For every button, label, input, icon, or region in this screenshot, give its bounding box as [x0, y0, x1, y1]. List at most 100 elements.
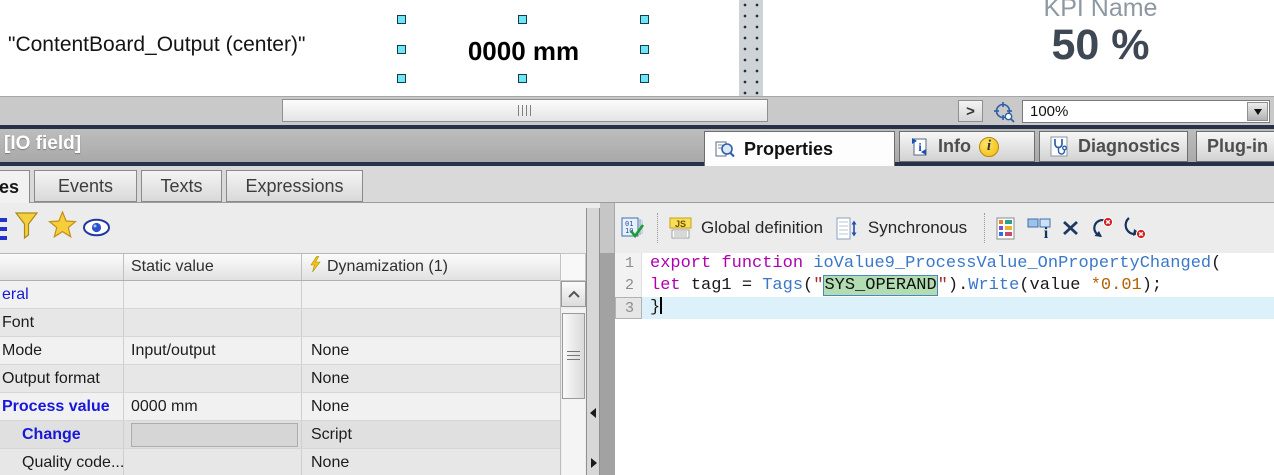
text-cursor: [660, 297, 662, 314]
dynamization-cell[interactable]: None: [302, 337, 560, 364]
script-editor: 0110 JS Global definition Synchronous i …: [600, 203, 1274, 475]
code-line[interactable]: 1export function ioValue9_ProcessValue_O…: [615, 253, 1274, 275]
dynamization-cell[interactable]: Script: [302, 421, 560, 448]
header-static-value[interactable]: Static value: [124, 254, 302, 280]
property-name-cell[interactable]: eral: [0, 281, 124, 308]
property-name-cell[interactable]: Quality code...: [0, 449, 124, 475]
table-row[interactable]: eral: [0, 281, 560, 309]
insert-info-icon[interactable]: i: [1027, 217, 1053, 240]
diagnostics-icon: [1050, 136, 1070, 157]
table-row[interactable]: Change Script: [0, 421, 560, 449]
undo-error-icon[interactable]: [1088, 216, 1114, 240]
code-area[interactable]: 1export function ioValue9_ProcessValue_O…: [615, 253, 1274, 475]
toolbar-separator: [984, 213, 985, 243]
code-text[interactable]: export function ioValue9_ProcessValue_On…: [642, 253, 1274, 275]
dynamization-cell[interactable]: None: [302, 449, 560, 475]
code-line[interactable]: 2let tag1 = Tags("SYS_OPERAND").Write(va…: [615, 275, 1274, 297]
tab-properties[interactable]: Properties: [704, 131, 895, 166]
global-definition-label[interactable]: Global definition: [701, 218, 823, 238]
selection-handle[interactable]: [518, 15, 527, 24]
zoom-level-combobox[interactable]: 100%: [1022, 100, 1270, 123]
synchronous-icon[interactable]: [836, 217, 859, 240]
subtab-properties[interactable]: es: [0, 170, 30, 203]
tab-label: Plug-in: [1207, 136, 1268, 157]
list-view-icon[interactable]: [0, 218, 7, 241]
scrollbar-thumb[interactable]: [562, 313, 585, 399]
code-text[interactable]: }: [642, 297, 1274, 319]
table-vertical-scrollbar[interactable]: [560, 281, 586, 475]
scrollbar-thumb[interactable]: [282, 99, 768, 122]
code-line[interactable]: 3}: [615, 297, 1274, 319]
table-row[interactable]: Process value0000 mmNone: [0, 393, 560, 421]
static-value-cell[interactable]: Input/output: [124, 337, 302, 364]
tab-info[interactable]: i Info i: [899, 131, 1035, 162]
static-value-cell[interactable]: [124, 449, 302, 475]
table-row[interactable]: ModeInput/outputNone: [0, 337, 560, 365]
property-name-cell[interactable]: Mode: [0, 337, 124, 364]
dynamization-cell[interactable]: [302, 309, 560, 336]
screen-editor-canvas[interactable]: "ContentBoard_Output (center)" 0000 mm K…: [0, 0, 1274, 96]
zoom-dropdown-button[interactable]: [1247, 102, 1268, 121]
snippets-icon[interactable]: [996, 217, 1020, 240]
static-value-cell[interactable]: [124, 365, 302, 392]
line-number: 1: [615, 253, 642, 275]
chevron-up-icon: [566, 289, 582, 300]
line-number: 3: [615, 297, 642, 319]
zoom-fit-icon[interactable]: [991, 99, 1017, 125]
expand-pane-button[interactable]: >: [958, 100, 983, 122]
property-name-cell[interactable]: Output format: [0, 365, 124, 392]
table-header-row: Static value Dynamization (1): [0, 253, 560, 281]
selection-handle[interactable]: [640, 15, 649, 24]
subtab-expressions[interactable]: Expressions: [226, 170, 363, 202]
static-value-box[interactable]: [131, 423, 298, 447]
subtab-events[interactable]: Events: [34, 170, 137, 202]
pane-splitter[interactable]: [586, 208, 600, 475]
content-board-label[interactable]: "ContentBoard_Output (center)": [8, 33, 305, 57]
header-dynamization[interactable]: Dynamization (1): [302, 254, 560, 280]
js-icon[interactable]: JS: [669, 217, 692, 240]
filter-icon[interactable]: [15, 212, 38, 245]
tab-diagnostics[interactable]: Diagnostics: [1039, 131, 1188, 162]
tia-portal-screen: "ContentBoard_Output (center)" 0000 mm K…: [0, 0, 1274, 475]
static-value-cell[interactable]: 0000 mm: [124, 393, 302, 420]
eye-icon[interactable]: [83, 218, 110, 242]
scrollbar-grip-icon: [567, 351, 580, 362]
collapse-right-icon[interactable]: [591, 458, 597, 468]
table-row[interactable]: Quality code... None: [0, 449, 560, 475]
static-value-cell[interactable]: [124, 309, 302, 336]
selection-handle[interactable]: [397, 45, 406, 54]
table-row[interactable]: Font: [0, 309, 560, 337]
collapse-left-icon[interactable]: [590, 408, 596, 418]
selection-handle[interactable]: [397, 74, 406, 83]
dynamization-cell[interactable]: [302, 281, 560, 308]
horizontal-scrollbar[interactable]: > 100%: [0, 96, 1274, 125]
scroll-up-button[interactable]: [561, 281, 586, 307]
subtab-label: Events: [58, 176, 113, 197]
property-name-cell[interactable]: Change: [0, 421, 124, 448]
selection-handle[interactable]: [640, 74, 649, 83]
dynamization-cell[interactable]: None: [302, 393, 560, 420]
redo-error-icon[interactable]: [1121, 216, 1147, 240]
table-row[interactable]: Output format None: [0, 365, 560, 393]
property-name-cell[interactable]: Process value: [0, 393, 124, 420]
property-name-cell[interactable]: Font: [0, 309, 124, 336]
selection-handle[interactable]: [397, 15, 406, 24]
synchronous-label[interactable]: Synchronous: [868, 218, 967, 238]
info-icon: i: [910, 137, 930, 157]
subtab-texts[interactable]: Texts: [141, 170, 222, 202]
static-value-cell[interactable]: [124, 421, 302, 448]
svg-text:JS: JS: [675, 219, 686, 229]
selection-handle[interactable]: [518, 74, 527, 83]
code-text[interactable]: let tag1 = Tags("SYS_OPERAND").Write(val…: [642, 275, 1274, 297]
scrollbar-corner: [560, 253, 586, 281]
delete-icon[interactable]: [1060, 218, 1081, 238]
io-check-icon[interactable]: 0110: [621, 216, 646, 240]
header-name[interactable]: [0, 254, 124, 280]
io-field-widget[interactable]: 0000 mm: [402, 36, 645, 67]
tab-plugin[interactable]: Plug-in: [1196, 131, 1274, 162]
static-value-cell[interactable]: [124, 281, 302, 308]
selection-handle[interactable]: [640, 45, 649, 54]
inspector-title: [IO field]: [4, 133, 81, 155]
star-icon[interactable]: [48, 211, 77, 244]
dynamization-cell[interactable]: None: [302, 365, 560, 392]
